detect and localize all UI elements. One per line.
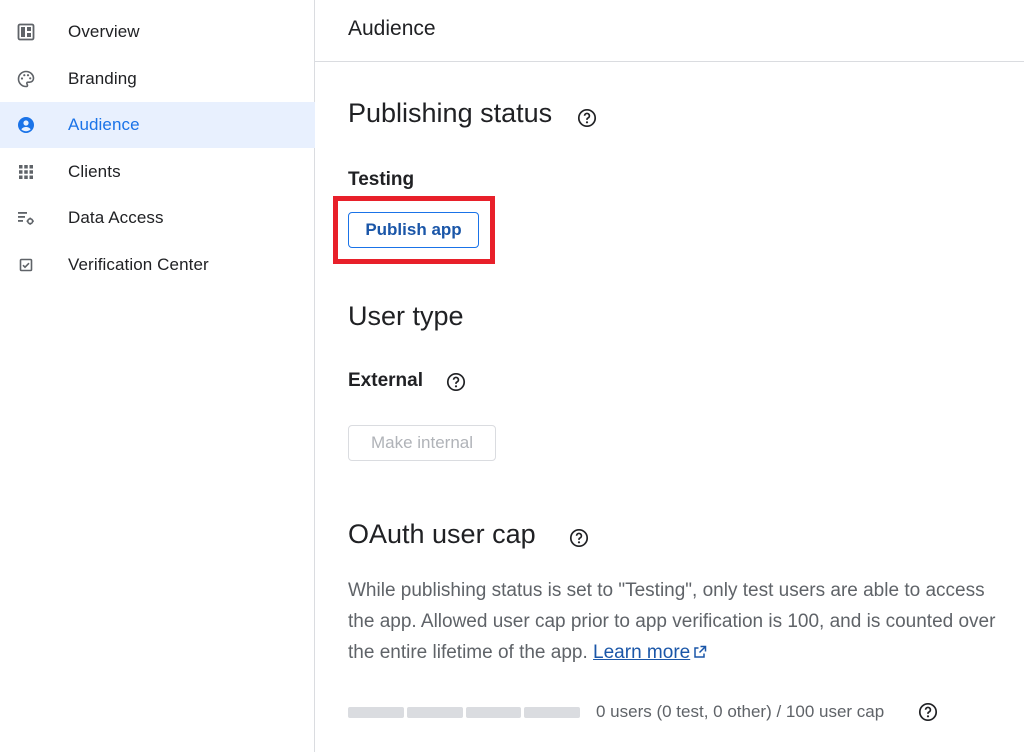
- sidebar-item-label: Verification Center: [68, 255, 209, 274]
- sidebar-item-label: Branding: [68, 69, 137, 88]
- learn-more-label: Learn more: [593, 642, 691, 663]
- dashboard-icon: [17, 23, 35, 41]
- sidebar-item-data-access[interactable]: Data Access: [0, 195, 315, 241]
- checkbox-icon: [17, 256, 35, 274]
- sidebar-item-clients[interactable]: Clients: [0, 149, 315, 195]
- help-icon[interactable]: [918, 702, 938, 722]
- user-type-value: External: [348, 370, 423, 391]
- palette-icon: [17, 70, 35, 88]
- external-link-icon: [693, 638, 707, 669]
- make-internal-button[interactable]: Make internal: [348, 425, 496, 461]
- user-cap-progress-bar: [348, 707, 580, 718]
- progress-segment: [465, 707, 522, 718]
- user-cap-usage-text: 0 users (0 test, 0 other) / 100 user cap: [596, 702, 885, 721]
- sidebar-item-label: Overview: [68, 22, 140, 41]
- sidebar-item-verification-center[interactable]: Verification Center: [0, 242, 315, 288]
- page-title: Audience: [348, 17, 436, 40]
- page-header: Audience: [315, 0, 1024, 62]
- publishing-status-value: Testing: [348, 169, 415, 190]
- learn-more-link[interactable]: Learn more: [593, 642, 690, 663]
- sidebar-item-label: Clients: [68, 162, 121, 181]
- sidebar-item-label: Data Access: [68, 208, 164, 227]
- user-type-heading: User type: [348, 301, 464, 331]
- progress-segment: [348, 707, 404, 718]
- sidebar-item-branding[interactable]: Branding: [0, 56, 315, 102]
- help-icon[interactable]: [569, 528, 589, 548]
- person-icon: [17, 116, 35, 134]
- sidebar-item-audience[interactable]: Audience: [0, 102, 315, 148]
- settings-list-icon: [17, 209, 35, 227]
- grid-icon: [17, 163, 35, 181]
- help-icon[interactable]: [446, 372, 466, 392]
- publish-app-button[interactable]: Publish app: [348, 212, 479, 248]
- sidebar: Overview Branding Audience Clients Data …: [0, 0, 315, 752]
- sidebar-item-overview[interactable]: Overview: [0, 9, 315, 55]
- publishing-status-heading: Publishing status: [348, 98, 553, 128]
- help-icon[interactable]: [577, 108, 597, 128]
- progress-segment: [406, 707, 463, 718]
- oauth-cap-description: While publishing status is set to "Testi…: [348, 575, 1008, 669]
- oauth-user-cap-heading: OAuth user cap: [348, 519, 536, 549]
- progress-segment: [524, 707, 580, 718]
- sidebar-item-label: Audience: [68, 115, 140, 134]
